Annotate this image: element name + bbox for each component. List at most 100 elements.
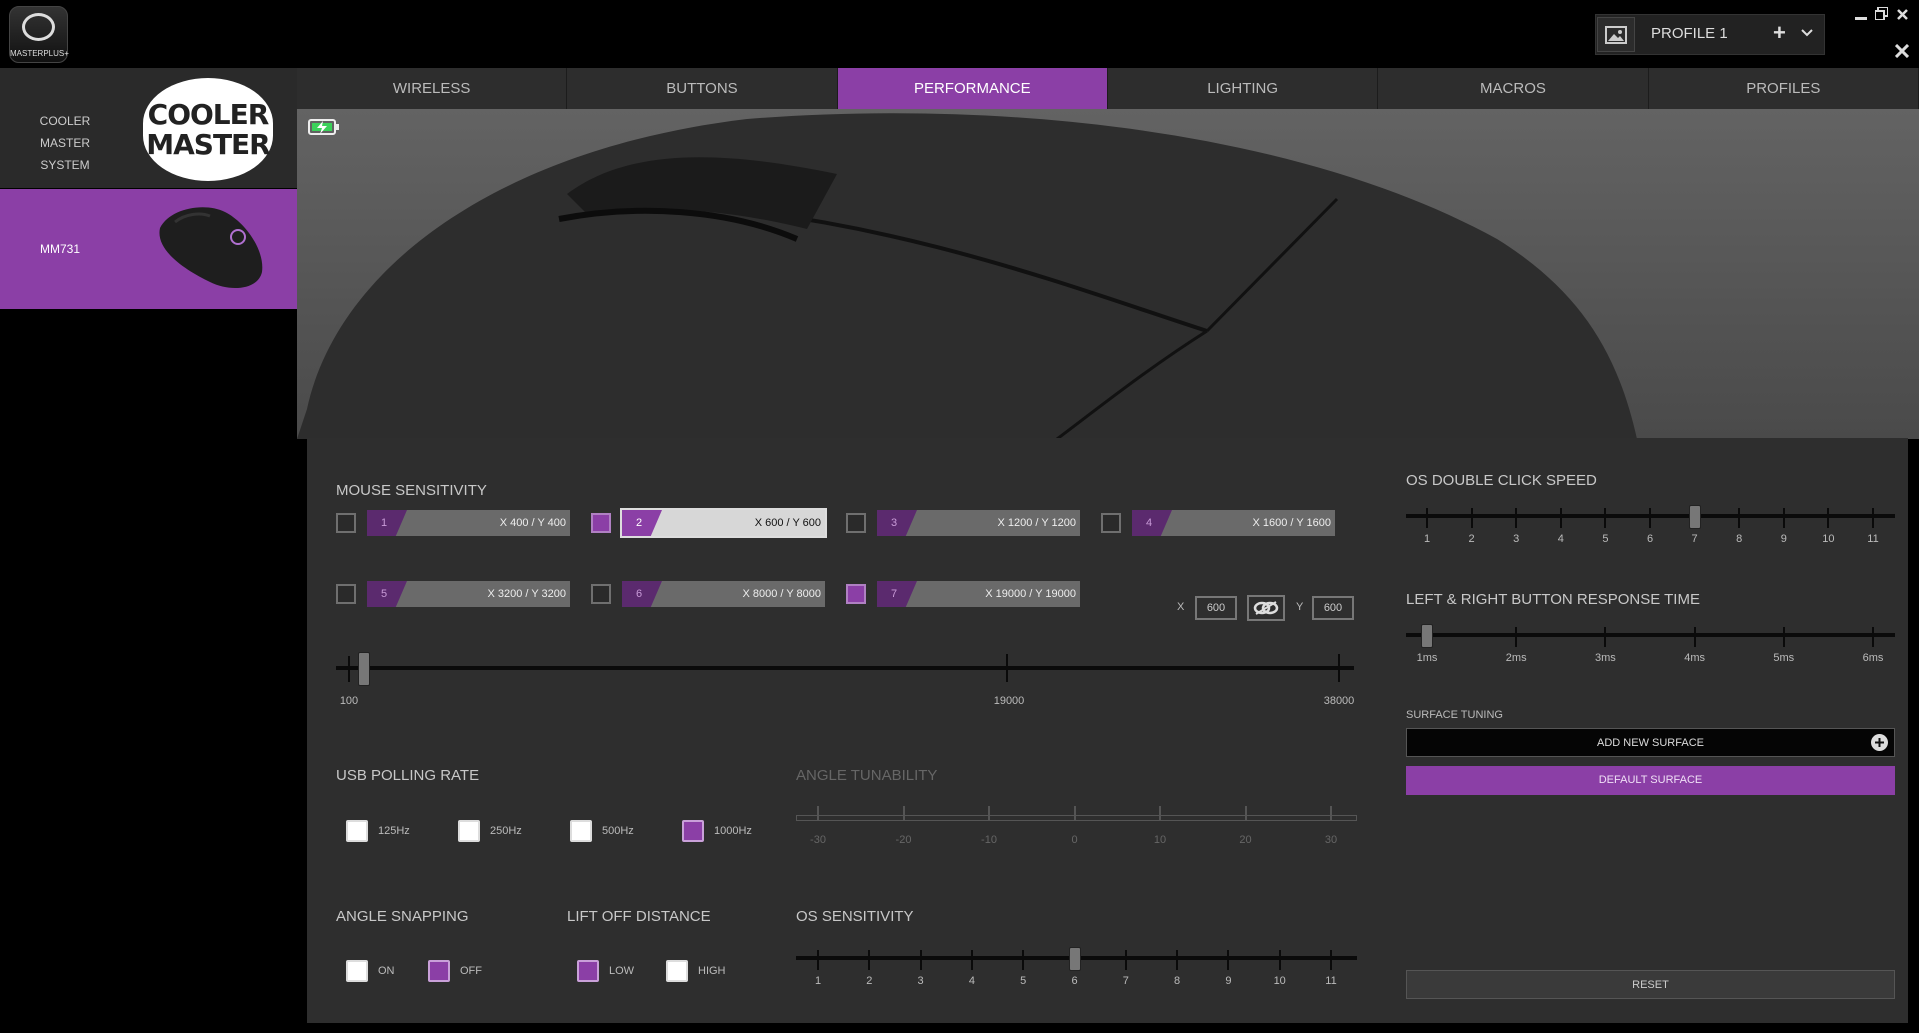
restore-icon[interactable] [1874, 6, 1889, 23]
response-time-slider-handle[interactable] [1421, 624, 1433, 648]
polling-option-250hz[interactable] [458, 820, 480, 842]
add-profile-icon[interactable]: + [1773, 20, 1786, 46]
lift-off-option-low[interactable] [577, 960, 599, 982]
tab-macros[interactable]: MACROS [1378, 68, 1649, 109]
tab-performance[interactable]: PERFORMANCE [837, 68, 1108, 109]
add-surface-label: ADD NEW SURFACE [1597, 737, 1704, 749]
os-sensitivity-tick [817, 950, 819, 970]
response-time-tick-label: 6ms [1862, 652, 1884, 664]
x-value-field[interactable]: 600 [1195, 596, 1237, 620]
dpi-stage-6[interactable]: 6 X 8000 / Y 8000 [622, 581, 825, 607]
dpi-stage-4[interactable]: 4 X 1600 / Y 1600 [1132, 510, 1335, 536]
default-surface-button[interactable]: DEFAULT SURFACE [1406, 766, 1895, 795]
double-click-tick-label: 11 [1867, 533, 1879, 545]
angle-tunability-tick-label: 0 [1071, 834, 1078, 846]
link-xy-icon[interactable] [1247, 595, 1285, 621]
dpi-stage-4-checkbox[interactable] [1101, 513, 1121, 533]
minimize-icon[interactable] [1855, 8, 1867, 24]
double-click-tick-label: 6 [1646, 533, 1654, 545]
os-sensitivity-tick-label: 10 [1273, 975, 1286, 987]
dpi-stage-number: 1 [367, 510, 407, 536]
dpi-stage-7[interactable]: 7 X 19000 / Y 19000 [877, 581, 1080, 607]
response-time-title: LEFT & RIGHT BUTTON RESPONSE TIME [1406, 591, 1700, 608]
os-sensitivity-tick [970, 950, 973, 970]
system-label: COOLER MASTER SYSTEM [20, 110, 110, 176]
chevron-down-icon[interactable] [1801, 25, 1813, 40]
double-click-tick [1872, 508, 1874, 528]
angle-tunability-tick-label: 30 [1324, 834, 1338, 846]
response-time-tick [1693, 627, 1696, 647]
dpi-stage-number: 6 [622, 581, 662, 607]
os-sensitivity-tick-label: 8 [1174, 975, 1181, 987]
y-value-field[interactable]: 600 [1312, 596, 1354, 620]
device-label: MM731 [40, 242, 81, 256]
dpi-slider-handle[interactable] [358, 652, 371, 686]
response-time-track[interactable] [1406, 633, 1895, 637]
response-time-tick [1782, 627, 1785, 647]
lift-off-label: HIGH [698, 965, 726, 977]
cooler-master-logo: COOLER MASTER [143, 78, 273, 181]
double-click-tick-label: 7 [1691, 533, 1698, 545]
dpi-stage-5[interactable]: 5 X 3200 / Y 3200 [367, 581, 570, 607]
add-circle-icon[interactable] [1871, 734, 1888, 751]
tab-lighting[interactable]: LIGHTING [1108, 68, 1379, 109]
dpi-slider-track[interactable] [336, 666, 1354, 670]
tools-icon[interactable] [1894, 43, 1910, 61]
double-click-tick-label: 4 [1557, 533, 1564, 545]
masterplus-logo[interactable]: MASTERPLUS+ [9, 6, 69, 63]
dpi-stage-number: 2 [622, 510, 662, 536]
logo-text: MASTERPLUS+ [10, 49, 69, 58]
dpi-stage-3[interactable]: 3 X 1200 / Y 1200 [877, 510, 1080, 536]
double-click-tick-label: 10 [1822, 533, 1835, 545]
os-sensitivity-tick [1278, 950, 1281, 970]
os-sensitivity-slider-handle[interactable] [1068, 947, 1081, 971]
system-label-line-1: COOLER MASTER [39, 114, 91, 150]
tab-profiles[interactable]: PROFILES [1649, 68, 1919, 109]
dpi-stage-2-checkbox[interactable] [591, 513, 611, 533]
dpi-stage-7-checkbox[interactable] [846, 584, 866, 604]
angle-snapping-option-off[interactable] [428, 960, 450, 982]
dpi-stage-3-checkbox[interactable] [846, 513, 866, 533]
os-sensitivity-tick [1330, 950, 1332, 970]
os-sensitivity-tick-label: 3 [917, 975, 924, 987]
polling-option-500hz[interactable] [570, 820, 592, 842]
dpi-stage-value: X 1200 / Y 1200 [997, 517, 1077, 529]
double-click-tick [1470, 508, 1473, 528]
angle-tunability-track [796, 815, 1357, 821]
dpi-stage-number: 5 [367, 581, 407, 607]
dpi-stage-1[interactable]: 1 X 400 / Y 400 [367, 510, 570, 536]
polling-option-1000hz[interactable] [682, 820, 704, 842]
mouse-preview [297, 109, 1919, 439]
angle-tunability-tick [988, 806, 990, 820]
dpi-stage-6-checkbox[interactable] [591, 584, 611, 604]
angle-snapping-label: OFF [460, 965, 482, 977]
dpi-stage-1-checkbox[interactable] [336, 513, 356, 533]
dpi-stage-5-checkbox[interactable] [336, 584, 356, 604]
polling-option-125hz[interactable] [346, 820, 368, 842]
double-click-tick [1515, 508, 1518, 528]
angle-snapping-title: ANGLE SNAPPING [336, 908, 469, 925]
polling-label: 125Hz [378, 825, 410, 837]
double-click-slider-handle[interactable] [1688, 505, 1701, 529]
os-sensitivity-tick-label: 1 [814, 975, 822, 987]
close-icon[interactable] [1897, 7, 1908, 23]
response-time-tick [1515, 627, 1518, 647]
angle-tunability-tick [1330, 806, 1332, 820]
os-sensitivity-tick-label: 5 [1020, 975, 1027, 987]
lift-off-option-high[interactable] [666, 960, 688, 982]
tab-wireless[interactable]: WIRELESS [297, 68, 568, 109]
response-time-tick [1604, 627, 1607, 647]
dpi-stage-value: X 600 / Y 600 [754, 517, 821, 529]
dpi-stage-2[interactable]: 2 X 600 / Y 600 [620, 508, 827, 538]
dpi-mid-label: 19000 [993, 695, 1025, 707]
os-sensitivity-tick-label: 7 [1122, 975, 1129, 987]
os-sensitivity-tick-label: 2 [866, 975, 873, 987]
angle-snapping-option-on[interactable] [346, 960, 368, 982]
angle-tunability-tick [902, 806, 905, 820]
add-surface-button[interactable]: ADD NEW SURFACE [1406, 728, 1895, 757]
double-click-tick [1604, 508, 1607, 528]
tab-buttons[interactable]: BUTTONS [567, 68, 838, 109]
reset-button[interactable]: RESET [1406, 970, 1895, 999]
device-mouse-icon [159, 207, 263, 288]
profile-image-icon[interactable] [1597, 17, 1635, 52]
